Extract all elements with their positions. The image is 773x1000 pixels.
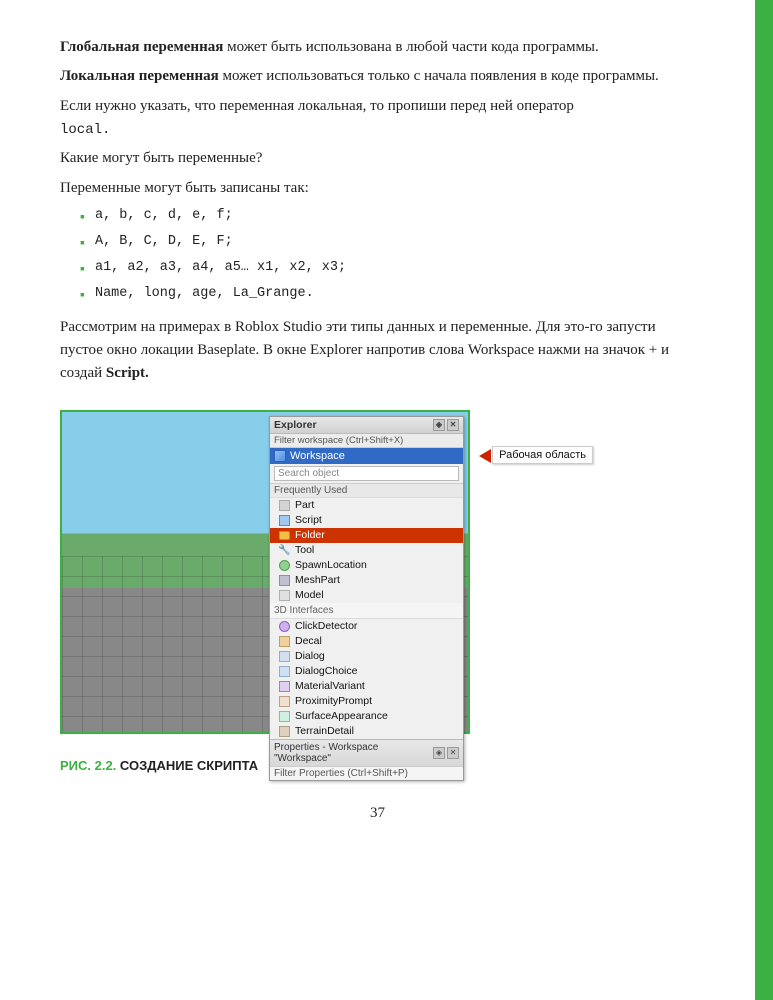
item-dialogchoice[interactable]: DialogChoice [270,664,463,679]
tool-icon: 🔧 [278,544,291,557]
item-terraindetail[interactable]: TerrainDetail [270,724,463,739]
green-accent-bar [755,0,773,1000]
item-script[interactable]: Script [270,513,463,528]
list-item: a1, a2, a3, a4, a5… x1, x2, x3; [80,258,695,280]
text-global-rest: может быть использована в любой части ко… [223,39,598,55]
paragraph-local-operator: Если нужно указать, что переменная локал… [60,95,695,142]
mesh-icon [278,574,291,587]
workspace-row[interactable]: Workspace Рабочая область [270,448,463,464]
page-number: 37 [60,805,695,822]
folder-icon [278,529,291,542]
bullet-text: Name, long, age, La_Grange. [95,284,314,304]
item-meshpart[interactable]: MeshPart [270,573,463,588]
item-model[interactable]: Model [270,588,463,603]
caption-fig-ref: РИС. 2.2. [60,758,116,773]
figure-image-container: Explorer ◈ ✕ Filter workspace (Ctrl+Shif… [60,410,470,734]
material-icon [278,680,291,693]
list-item: a, b, c, d, e, f; [80,206,695,228]
filter-label: Filter workspace (Ctrl+Shift+X) [274,435,403,446]
click-icon [278,620,291,633]
caption-fig-text: СОЗДАНИЕ СКРИПТА [116,758,258,773]
item-label: Dialog [295,650,325,662]
explorer-title: Explorer [274,419,317,431]
properties-icons: ◈ ✕ [433,747,459,759]
bold-global: Глобальная переменная [60,39,223,55]
item-label: DialogChoice [295,665,357,677]
paragraph-local-var: Локальная переменная может использоватьс… [60,65,695,88]
spawn-icon [278,559,291,572]
item-label: SurfaceAppearance [295,710,388,722]
item-decal[interactable]: Decal [270,634,463,649]
paragraph-global-var: Глобальная переменная может быть использ… [60,36,695,59]
item-tool[interactable]: 🔧 Tool [270,543,463,558]
item-label: Decal [295,635,322,647]
roblox-studio-screenshot: Explorer ◈ ✕ Filter workspace (Ctrl+Shif… [62,412,468,732]
search-box[interactable]: Search object [274,466,459,481]
item-spawnlocation[interactable]: SpawnLocation [270,558,463,573]
workspace-bubble-label: Рабочая область [492,446,593,464]
decal-icon [278,635,291,648]
red-arrow-icon [479,449,491,463]
item-label: SpawnLocation [295,559,367,571]
terrain-icon [278,725,291,738]
item-label: Script [295,514,322,526]
paragraph-roblox-intro: Рассмотрим на примерах в Roblox Studio э… [60,316,695,386]
bullet-text: a1, a2, a3, a4, a5… x1, x2, x3; [95,258,346,278]
props-close-icon[interactable]: ✕ [447,747,459,759]
item-label: MaterialVariant [295,680,365,692]
item-dialog[interactable]: Dialog [270,649,463,664]
code-local: local. [60,122,110,138]
frequently-used-header: Frequently Used [270,484,463,498]
item-label: MeshPart [295,574,340,586]
item-label: ClickDetector [295,620,357,632]
workspace-label: Workspace [290,450,345,462]
item-surfaceappearance[interactable]: SurfaceAppearance [270,709,463,724]
item-label: Model [295,589,324,601]
text-local-op: Если нужно указать, что переменная локал… [60,98,574,114]
item-part[interactable]: Part [270,498,463,513]
properties-bar: Properties - Workspace "Workspace" ◈ ✕ [270,739,463,766]
model-icon [278,589,291,602]
page-content: Глобальная переменная может быть использ… [0,0,773,858]
close-icon[interactable]: ✕ [447,419,459,431]
explorer-titlebar: Explorer ◈ ✕ [270,417,463,434]
search-row: Search object [270,464,463,484]
properties-label: Properties - Workspace "Workspace" [274,742,433,764]
item-label: TerrainDetail [295,725,354,737]
workspace-cube-icon [274,450,286,462]
props-pin-icon[interactable]: ◈ [433,747,445,759]
item-folder[interactable]: Folder [270,528,463,543]
3d-interfaces-header: 3D Interfaces [270,603,463,619]
proximity-icon [278,695,291,708]
item-label: Folder [295,529,325,541]
surface-icon [278,710,291,723]
explorer-panel: Explorer ◈ ✕ Filter workspace (Ctrl+Shif… [269,416,464,781]
list-item: A, B, C, D, E, F; [80,232,695,254]
dialogchoice-icon [278,665,291,678]
paragraph-what-vars: Какие могут быть переменные? [60,147,695,170]
pin-icon[interactable]: ◈ [433,419,445,431]
bold-script: Script. [106,365,149,381]
text-local-rest: может использоваться только с начала поя… [219,68,659,84]
bold-local: Локальная переменная [60,68,219,84]
part-icon [278,499,291,512]
list-item: Name, long, age, La_Grange. [80,284,695,306]
titlebar-icons: ◈ ✕ [433,419,459,431]
bullet-text: A, B, C, D, E, F; [95,232,233,252]
bullet-text: a, b, c, d, e, f; [95,206,233,226]
script-icon [278,514,291,527]
paragraph-vars-written: Переменные могут быть записаны так: [60,177,695,200]
dialog-icon [278,650,291,663]
item-proximityprompt[interactable]: ProximityPrompt [270,694,463,709]
item-label: Part [295,499,314,511]
text-roblox-intro: Рассмотрим на примерах в Roblox Studio э… [60,319,669,382]
search-placeholder: Search object [278,468,339,479]
item-materialvariant[interactable]: MaterialVariant [270,679,463,694]
variables-list: a, b, c, d, e, f; A, B, C, D, E, F; a1, … [80,206,695,306]
filter-workspace-bar: Filter workspace (Ctrl+Shift+X) [270,434,463,448]
properties-filter: Filter Properties (Ctrl+Shift+P) [270,766,463,780]
item-label: ProximityPrompt [295,695,372,707]
item-clickdetector[interactable]: ClickDetector [270,619,463,634]
item-label: Tool [295,544,314,556]
